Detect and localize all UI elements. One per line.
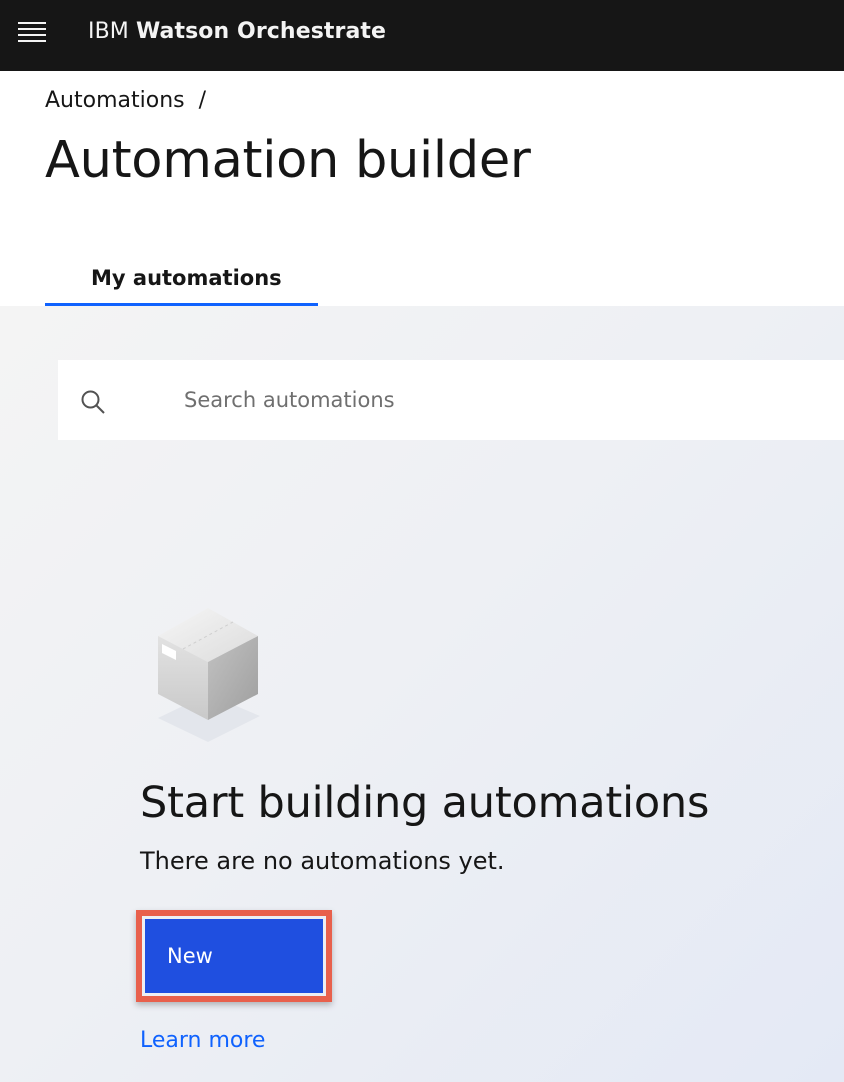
breadcrumb-separator: / xyxy=(198,88,207,113)
menu-line xyxy=(18,40,46,42)
menu-line xyxy=(18,28,46,30)
search-icon xyxy=(81,390,105,414)
search-bar xyxy=(58,360,844,440)
tab-label: My automations xyxy=(91,265,282,290)
search-input[interactable] xyxy=(184,382,824,418)
main-content: Start building automations There are no … xyxy=(0,306,844,1082)
empty-state-title: Start building automations xyxy=(140,778,710,828)
menu-line xyxy=(18,22,46,24)
page-title: Automation builder xyxy=(45,131,531,190)
breadcrumb: Automations / xyxy=(45,88,206,113)
menu-line xyxy=(18,34,46,36)
learn-more-link[interactable]: Learn more xyxy=(140,1028,265,1053)
hamburger-menu-icon[interactable] xyxy=(12,16,52,48)
empty-state-description: There are no automations yet. xyxy=(140,847,505,875)
app-brand[interactable]: IBM Watson Orchestrate xyxy=(88,19,386,44)
tab-my-automations[interactable]: My automations xyxy=(45,252,318,306)
top-header: IBM Watson Orchestrate xyxy=(0,0,844,71)
page-header: Automations / Automation builder My auto… xyxy=(0,71,844,306)
brand-name: Watson Orchestrate xyxy=(135,19,387,44)
brand-prefix: IBM xyxy=(88,19,129,44)
breadcrumb-item-automations[interactable]: Automations xyxy=(45,88,185,113)
new-automation-button[interactable]: New xyxy=(145,919,323,993)
box-icon xyxy=(158,608,260,742)
